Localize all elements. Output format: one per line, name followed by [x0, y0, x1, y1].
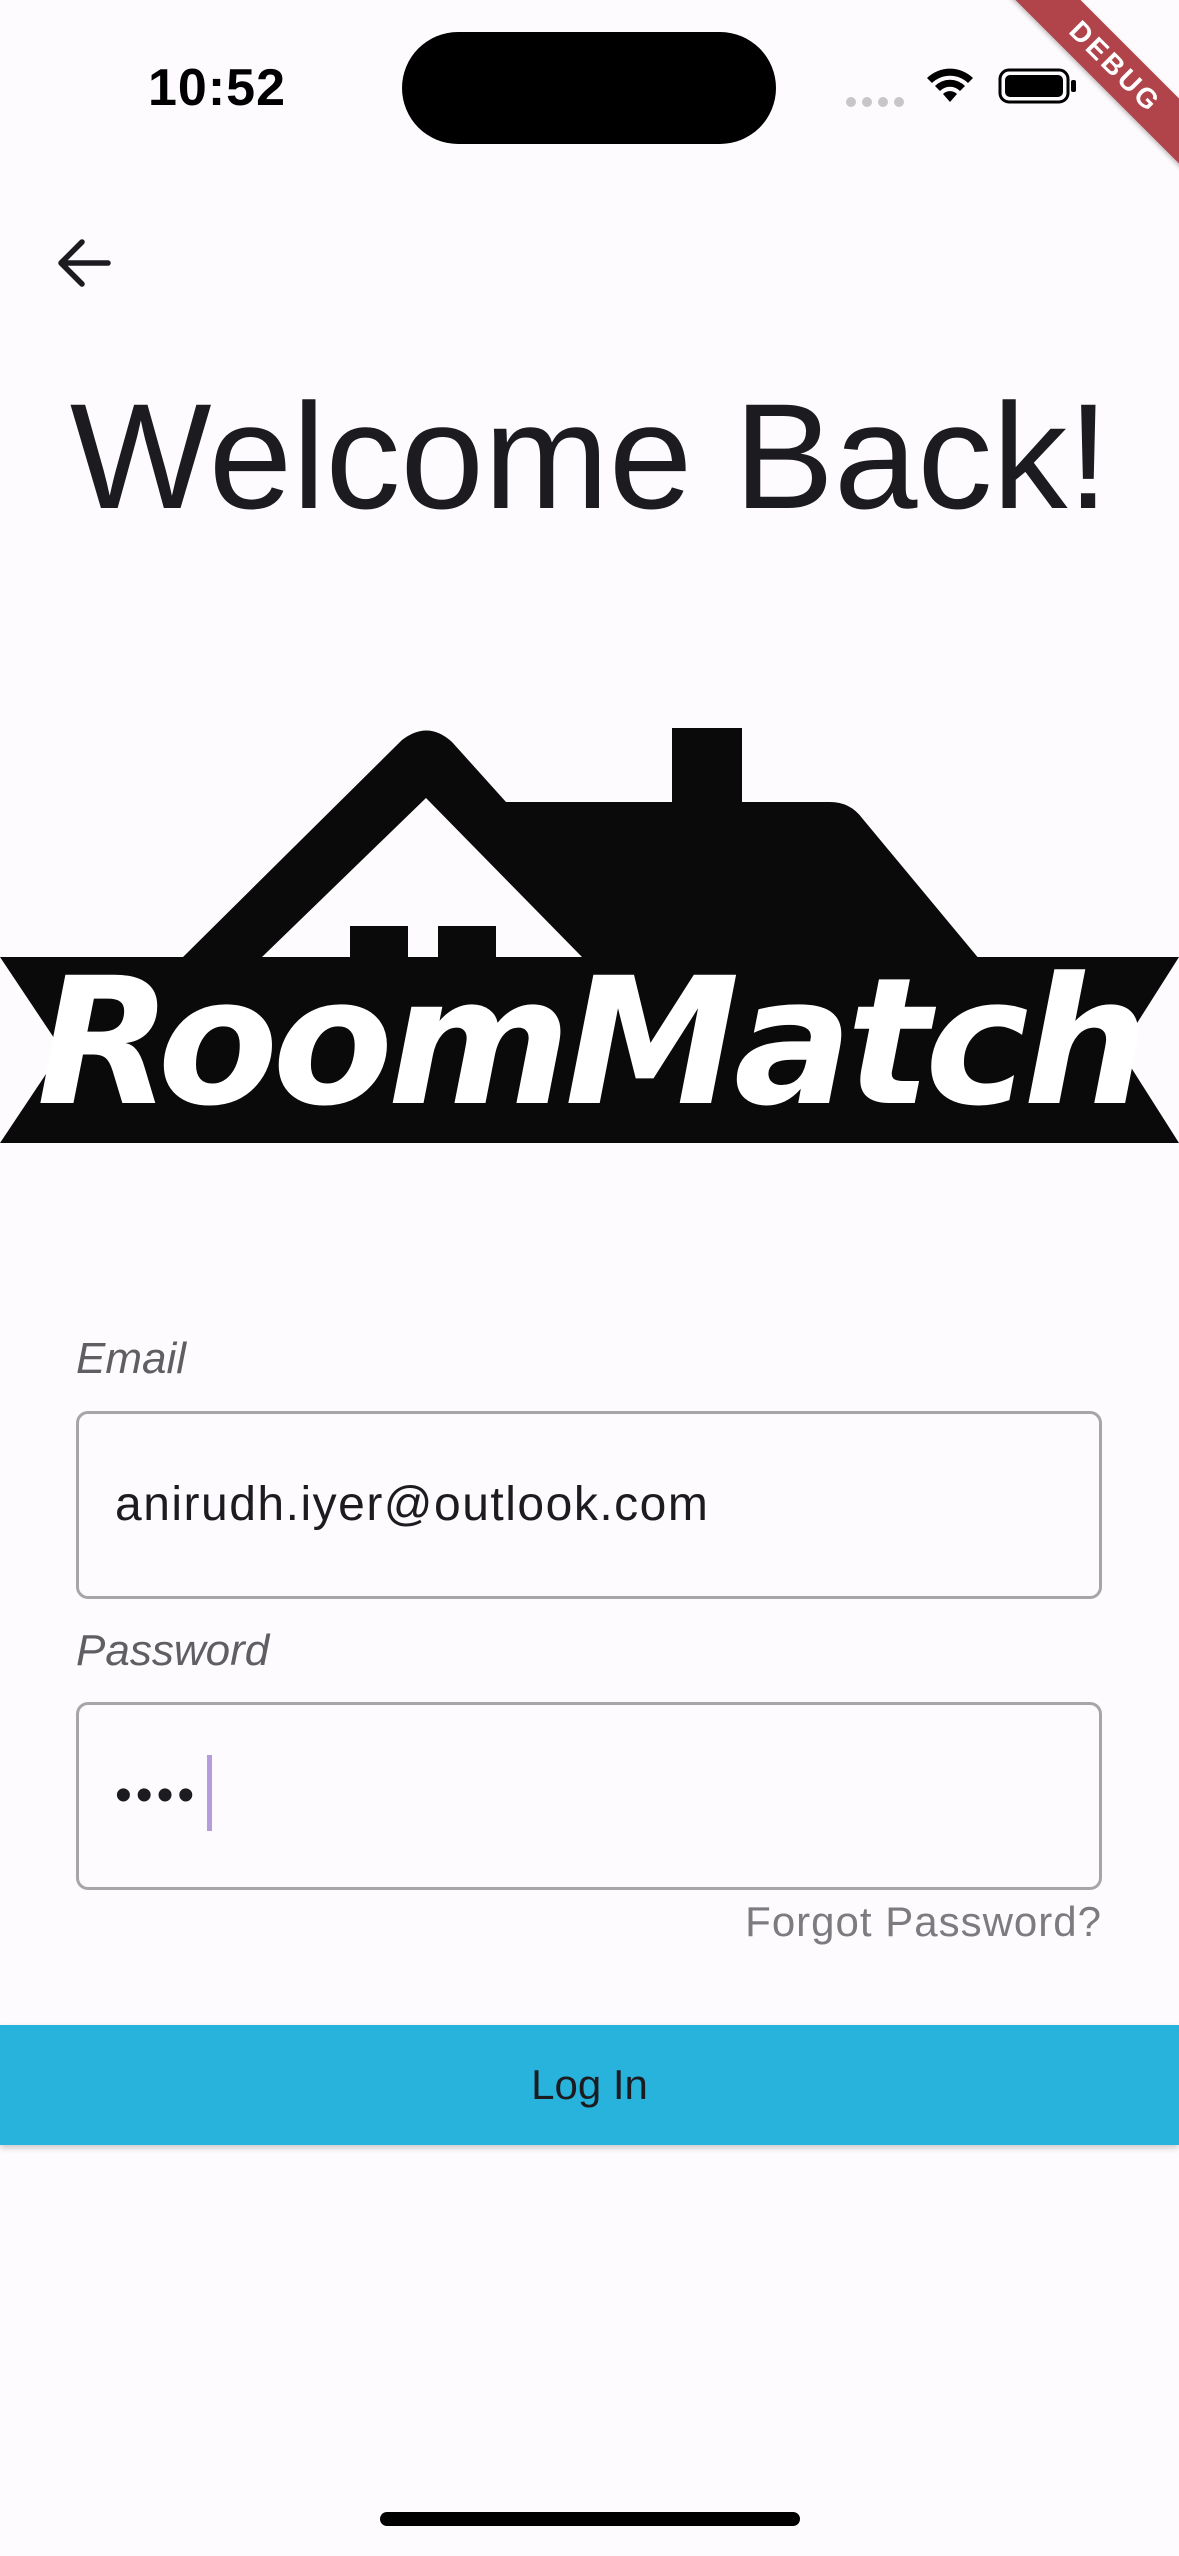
password-label: Password — [76, 1626, 270, 1675]
email-label: Email — [76, 1334, 187, 1383]
home-indicator — [380, 2512, 800, 2526]
logo-brand-text: RoomMatch — [36, 940, 1149, 1145]
page-title: Welcome Back! — [69, 372, 1110, 540]
dynamic-island — [402, 32, 776, 144]
debug-banner-label: DEBUG — [1006, 0, 1179, 176]
cellular-signal-icon — [846, 97, 904, 107]
password-masked-value: •••• — [115, 1769, 199, 1822]
status-time: 10:52 — [148, 59, 286, 117]
text-cursor — [207, 1755, 212, 1831]
login-button[interactable]: Log In — [0, 2025, 1179, 2145]
password-field[interactable]: •••• — [76, 1702, 1102, 1890]
email-value: anirudh.iyer@outlook.com — [115, 1478, 710, 1531]
debug-banner: DEBUG — [999, 0, 1179, 180]
back-arrow-icon[interactable] — [50, 228, 120, 298]
email-field[interactable]: anirudh.iyer@outlook.com — [76, 1411, 1102, 1599]
forgot-password-link[interactable]: Forgot Password? — [745, 1898, 1102, 1946]
wifi-icon — [927, 68, 973, 102]
